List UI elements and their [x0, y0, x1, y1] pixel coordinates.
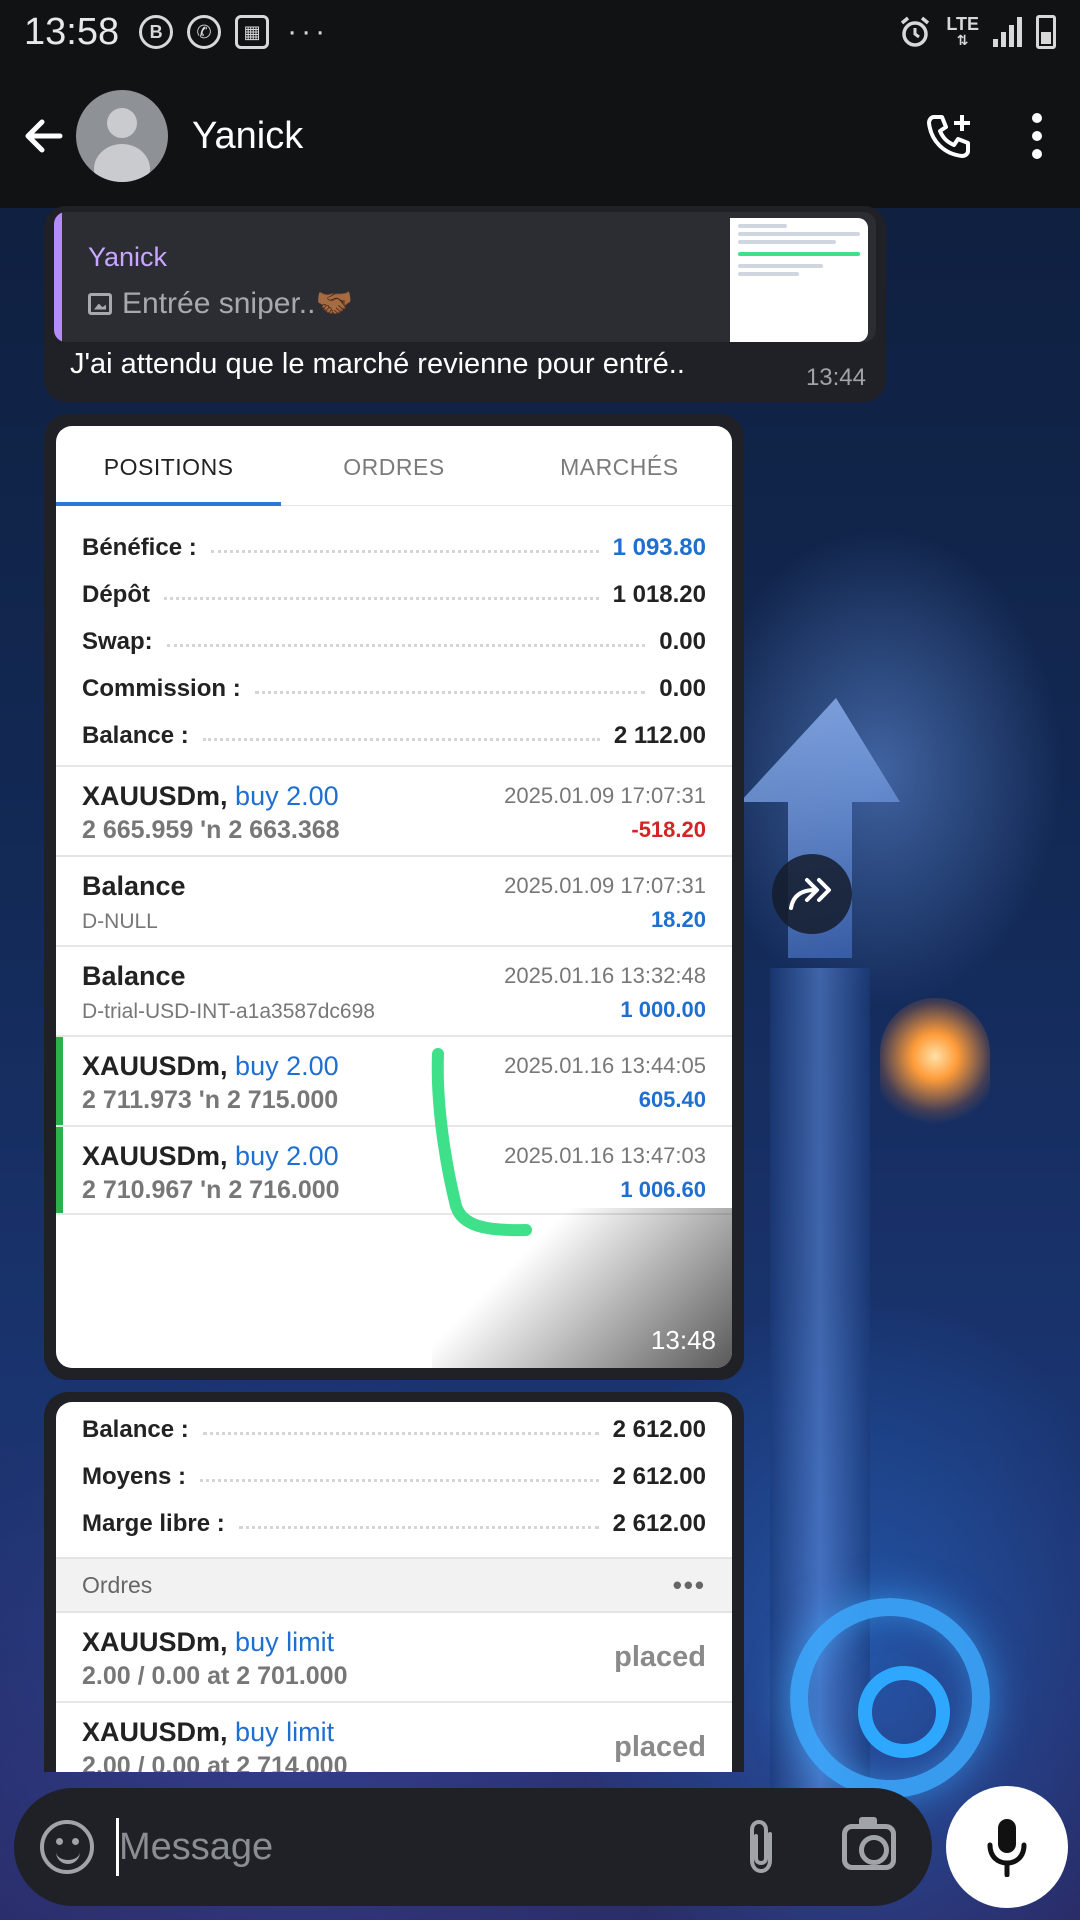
more-dots-icon: •••	[672, 1569, 706, 1600]
account-summary: Balance : 2 612.00 Moyens : 2 612.00 Mar…	[56, 1402, 732, 1547]
summary-row: Dépôt 1 018.20	[82, 580, 706, 608]
tab-ordres: ORDRES	[343, 454, 445, 480]
summary-row: Marge libre : 2 612.00	[82, 1509, 706, 1537]
system-icons: LTE ⇅	[898, 15, 1056, 49]
message-bubble-reply[interactable]: Yanick Entrée sniper..🤝🏾 J'ai attendu qu…	[44, 206, 886, 402]
order-row: XAUUSDm, buy limit 2.00 / 0.00 at 2 701.…	[56, 1613, 732, 1703]
message-time: 13:48	[650, 1325, 716, 1355]
b-icon: B	[139, 15, 174, 49]
order-row: XAUUSDm, buy limit 2.00 / 0.00 at 2 714.…	[56, 1703, 732, 1772]
forward-icon	[789, 878, 831, 910]
more-notifications-icon: ···	[287, 15, 330, 48]
image-message-positions[interactable]: POSITIONS ORDRES MARCHÉS Bénéfice : 1 09…	[44, 414, 744, 1380]
monitor-icon: ▦	[235, 15, 270, 49]
quoted-snippet: Entrée sniper..🤝🏾	[88, 286, 353, 321]
network-type: LTE ⇅	[946, 14, 979, 48]
quoted-author: Yanick	[88, 242, 168, 272]
wallpaper-lightbulb	[880, 998, 990, 1128]
whatsapp-icon: ✆	[187, 15, 222, 49]
message-text: J'ai attendu que le marché revienne pour…	[70, 348, 685, 380]
status-time: 13:58	[24, 10, 120, 53]
tab-positions: POSITIONS	[103, 454, 234, 480]
chat-header: Yanick	[0, 64, 1080, 208]
trading-screenshot: Balance : 2 612.00 Moyens : 2 612.00 Mar…	[56, 1402, 732, 1772]
back-arrow-icon[interactable]	[20, 112, 68, 160]
position-row: Balance D-NULL 2025.01.09 17:07:31 18.20	[56, 855, 732, 945]
position-row: Balance D-trial-USD-INT-a1a3587dc698 202…	[56, 945, 732, 1035]
position-row: XAUUSDm, buy 2.00 2 710.967 'n 2 716.000…	[56, 1125, 732, 1215]
message-composer	[14, 1788, 932, 1906]
tab-marches: MARCHÉS	[560, 454, 679, 480]
image-icon	[88, 292, 112, 315]
notification-icons: B ✆ ▦	[139, 15, 270, 49]
status-bar: 13:58 B ✆ ▦ ··· LTE ⇅	[0, 0, 1080, 64]
position-row: XAUUSDm, buy 2.00 2 711.973 'n 2 715.000…	[56, 1035, 732, 1125]
signal-icon	[993, 17, 1022, 47]
orders-section-header: Ordres •••	[56, 1557, 732, 1613]
attach-icon[interactable]	[742, 1818, 782, 1876]
contact-name[interactable]: Yanick	[192, 115, 303, 158]
voice-record-button[interactable]	[946, 1786, 1068, 1908]
screenshot-tabs: POSITIONS ORDRES MARCHÉS	[56, 426, 732, 506]
battery-icon	[1036, 15, 1056, 49]
alarm-icon	[901, 16, 930, 47]
image-message-orders[interactable]: Balance : 2 612.00 Moyens : 2 612.00 Mar…	[44, 1392, 744, 1772]
add-call-icon[interactable]	[924, 111, 974, 161]
camera-icon[interactable]	[842, 1817, 896, 1870]
summary-row: Moyens : 2 612.00	[82, 1462, 706, 1490]
summary-row: Balance : 2 612.00	[82, 1415, 706, 1443]
position-row: XAUUSDm, buy 2.00 2 665.959 'n 2 663.368…	[56, 765, 732, 855]
overflow-menu-icon[interactable]	[1032, 113, 1044, 159]
message-time: 13:44	[805, 364, 866, 391]
quoted-image-thumbnail	[730, 218, 868, 342]
active-tab-indicator	[56, 502, 281, 506]
message-input[interactable]	[119, 1825, 742, 1869]
summary-row: Swap: 0.00	[82, 627, 706, 655]
sticker-icon[interactable]	[40, 1820, 94, 1874]
summary-row: Balance : 2 112.00	[82, 721, 706, 749]
quoted-message[interactable]: Yanick Entrée sniper..🤝🏾	[54, 212, 876, 342]
microphone-icon	[987, 1819, 1027, 1877]
summary-row: Commission : 0.00	[82, 674, 706, 702]
wallpaper-ring	[790, 1598, 990, 1798]
contact-avatar[interactable]	[76, 90, 168, 182]
account-summary: Bénéfice : 1 093.80 Dépôt 1 018.20 Swap:…	[56, 506, 732, 765]
trading-screenshot: POSITIONS ORDRES MARCHÉS Bénéfice : 1 09…	[56, 426, 732, 1368]
forward-button[interactable]	[772, 854, 852, 934]
summary-row: Bénéfice : 1 093.80	[82, 533, 706, 561]
